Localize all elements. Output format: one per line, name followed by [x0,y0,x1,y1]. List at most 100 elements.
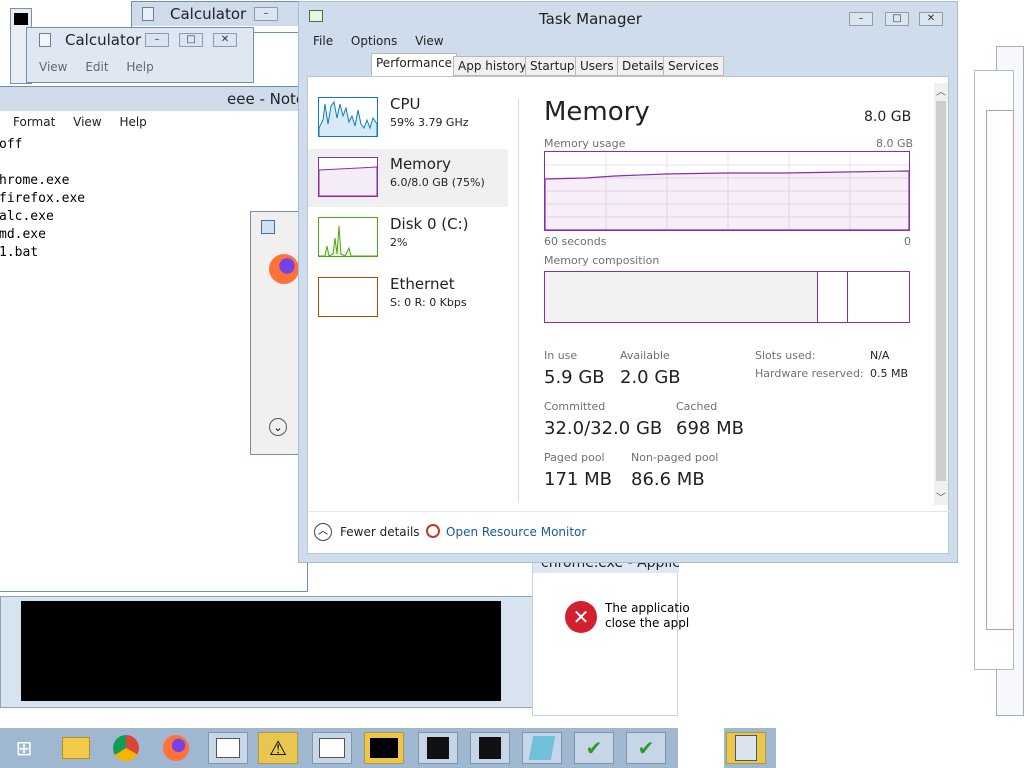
console-output-area[interactable] [0,596,534,708]
menu-bar: View Edit Help [39,60,253,80]
sidebar-disk-name: Disk 0 (C:) [390,215,469,233]
sidebar-ethernet-name: Ethernet [390,275,455,293]
tab-details[interactable]: Details [617,56,669,76]
fewer-details-icon[interactable]: ︿ [314,523,332,541]
menu-help[interactable]: Help [119,115,146,129]
start-windows-icon[interactable]: ⊞ [4,732,44,764]
checkmark-app-icon[interactable]: ✔ [626,732,666,764]
memory-thumbnail [318,157,378,197]
sidebar-item-ethernet[interactable]: Ethernet S: 0 R: 0 Kbps [308,269,508,327]
hardware-reserved-value: 0.5 MB [870,367,909,380]
error-dialog-window[interactable]: chrome.exe - Applic ✕ The applicatio clo… [532,558,690,716]
task-manager-icon[interactable] [312,732,352,764]
error-message-line: close the appl [605,616,690,630]
memory-usage-chart [544,152,910,231]
memory-graph [318,166,378,197]
sidebar-cpu-name: CPU [390,95,421,113]
menu-edit[interactable]: Edit [85,60,108,74]
taskbar-gap [678,728,724,768]
non-paged-pool-label: Non-paged pool [631,451,719,464]
maximize-button[interactable]: □ [179,33,203,47]
text-line: firefox.exe [0,191,86,206]
notebook-icon[interactable] [522,732,562,764]
file-explorer-icon[interactable] [56,732,96,764]
scrollbar-thumb[interactable] [936,101,946,481]
committed-value: 32.0/32.0 GB [544,418,663,439]
title-bar[interactable]: eee - Note [0,87,307,111]
in-use-label: In use [544,349,578,362]
scroll-up-icon[interactable]: ︿ [936,83,946,98]
disk-thumbnail [318,217,378,257]
text-line: alc.exe [0,209,54,224]
menu-bar: File Options View [313,34,957,54]
minimize-button[interactable]: – [849,12,873,26]
menu-view[interactable]: View [73,115,101,129]
sidebar-item-memory[interactable]: Memory 6.0/8.0 GB (75%) [308,149,508,207]
tab-startup[interactable]: Startup [525,56,580,76]
tab-performance[interactable]: Performance [371,53,458,76]
minimize-button[interactable]: – [145,33,169,47]
notepad-icon[interactable] [208,732,248,764]
text-line: off [0,137,23,152]
text-line: hrome.exe [0,173,70,188]
console-icon[interactable] [364,732,404,764]
task-manager-title-bar[interactable]: Task Manager – □ ✕ [299,2,957,30]
title-bar[interactable]: Calculator – □ ✕ [27,28,253,52]
taskbar: ⊞ ⚠ ✔ ✔ [0,728,1024,768]
tab-services[interactable]: Services [663,56,724,76]
console-screen [21,601,501,701]
memory-usage-max: 8.0 GB [876,137,914,150]
checkmark-app-icon[interactable]: ✔ [574,732,614,764]
sidebar-item-disk[interactable]: Disk 0 (C:) 2% [308,209,508,267]
console-icon [14,13,28,25]
menu-bar: Format View Help [13,115,307,135]
vertical-scrollbar[interactable]: ︿ ﹀ [934,83,948,505]
menu-view[interactable]: View [39,60,67,74]
maximize-button[interactable]: □ [885,12,909,26]
open-resource-monitor-link[interactable]: Open Resource Monitor [446,525,586,539]
taskbar-gap [776,728,1024,768]
memory-composition-bar [544,271,910,323]
calculator-icon[interactable] [726,732,766,764]
sidebar-memory-name: Memory [390,155,452,173]
calculator-window[interactable]: Calculator – □ ✕ View Edit Help [26,27,254,83]
stacked-window-edges[interactable] [958,46,1024,716]
bug-app-icon[interactable] [470,732,510,764]
dialog-icon [261,220,275,234]
ethernet-thumbnail [318,277,378,317]
menu-file[interactable]: File [313,34,333,48]
minimize-button[interactable]: – [254,7,278,21]
footer-divider [308,511,950,512]
menu-format[interactable]: Format [13,115,55,129]
bug-app-icon[interactable] [418,732,458,764]
firefox-icon[interactable] [156,732,196,764]
tab-app-history[interactable]: App history [453,56,532,76]
warning-icon[interactable]: ⚠ [258,732,298,764]
tab-users[interactable]: Users [575,56,619,76]
window-title: Task Manager [539,10,642,28]
cpu-graph [318,100,378,136]
text-line: md.exe [0,227,46,242]
in-use-value: 5.9 GB [544,367,605,388]
task-manager-window[interactable]: Task Manager – □ ✕ File Options View Per… [298,1,958,563]
memory-total: 8.0 GB [864,109,912,125]
scroll-down-icon[interactable]: ﹀ [936,489,946,504]
sidebar-item-cpu[interactable]: CPU 59% 3.79 GHz [308,89,508,147]
menu-help[interactable]: Help [126,60,153,74]
chrome-icon[interactable] [106,732,146,764]
expand-icon[interactable]: ⌄ [269,418,287,436]
menu-options[interactable]: Options [351,34,397,48]
window-edge[interactable] [986,110,1014,630]
window-title: Calculator [65,31,142,49]
memory-usage-label: Memory usage [544,137,626,150]
fewer-details-button[interactable]: Fewer details [340,525,420,539]
error-icon: ✕ [565,601,597,633]
calculator-icon [142,7,154,21]
close-button[interactable]: ✕ [213,33,237,47]
title-bar[interactable]: Calculator – [132,2,300,26]
composition-in-use [545,272,818,322]
close-button[interactable]: ✕ [919,12,943,26]
memory-usage-graph [544,151,910,231]
menu-view[interactable]: View [415,34,443,48]
cpu-thumbnail [318,97,378,137]
